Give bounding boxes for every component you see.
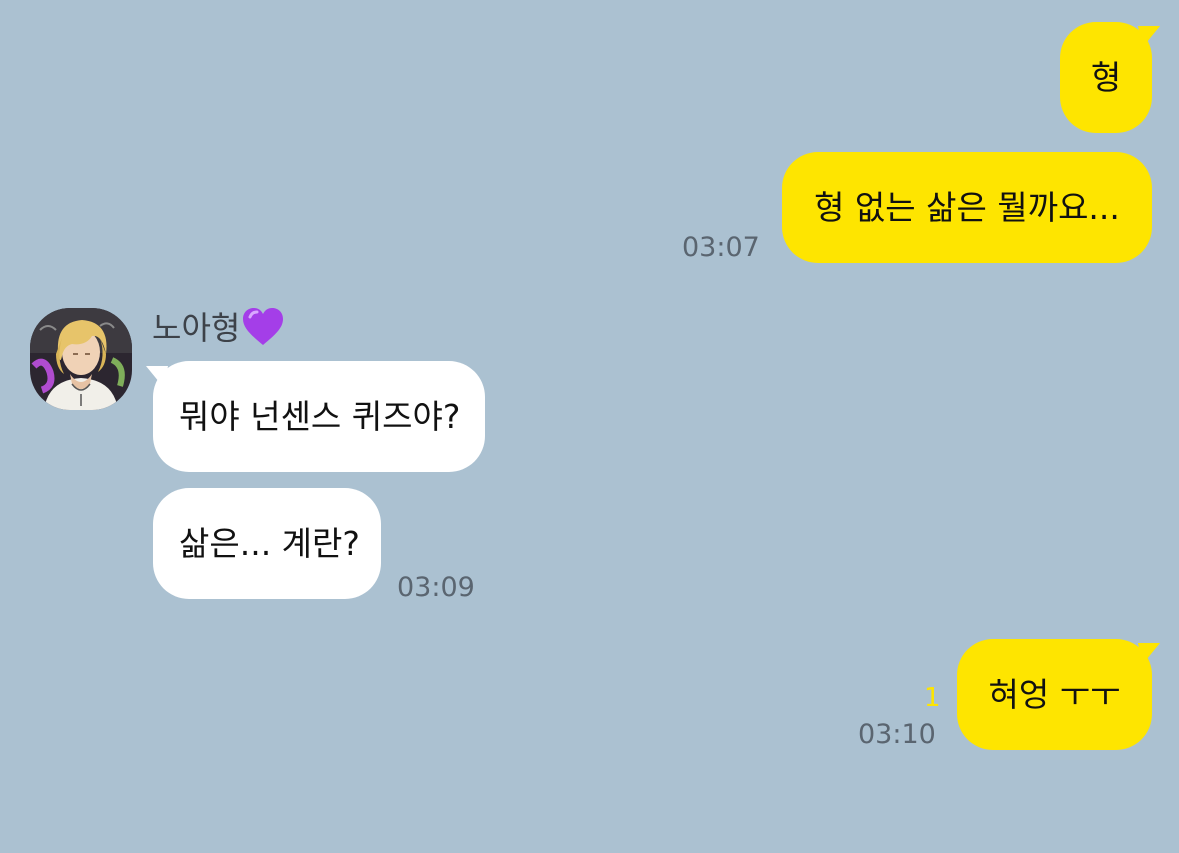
- message-timestamp: 03:10: [858, 719, 936, 750]
- received-message-bubble[interactable]: 뭐야 넌센스 퀴즈야?: [153, 361, 485, 472]
- message-text: 혀엉 ㅜㅜ: [988, 675, 1121, 714]
- avatar[interactable]: [30, 308, 132, 410]
- message-text: 삶은... 계란?: [179, 524, 360, 563]
- unread-count: 1: [924, 683, 941, 713]
- sent-message-bubble[interactable]: 혀엉 ㅜㅜ: [957, 639, 1152, 750]
- message-text: 형 없는 삶은 뭘까요...: [814, 188, 1120, 227]
- bubble-tail: [1138, 26, 1160, 48]
- message-timestamp: 03:09: [397, 572, 475, 603]
- received-message-bubble[interactable]: 삶은... 계란?: [153, 488, 381, 599]
- sender-name-text: 노아형: [152, 309, 241, 347]
- sent-message-bubble[interactable]: 형 없는 삶은 뭘까요...: [782, 152, 1152, 263]
- purple-heart-icon: [243, 308, 284, 345]
- message-text: 형: [1090, 58, 1122, 97]
- sender-name: 노아형: [152, 308, 284, 348]
- bubble-tail: [1138, 643, 1160, 665]
- message-timestamp: 03:07: [682, 232, 760, 263]
- message-text: 뭐야 넌센스 퀴즈야?: [179, 397, 461, 436]
